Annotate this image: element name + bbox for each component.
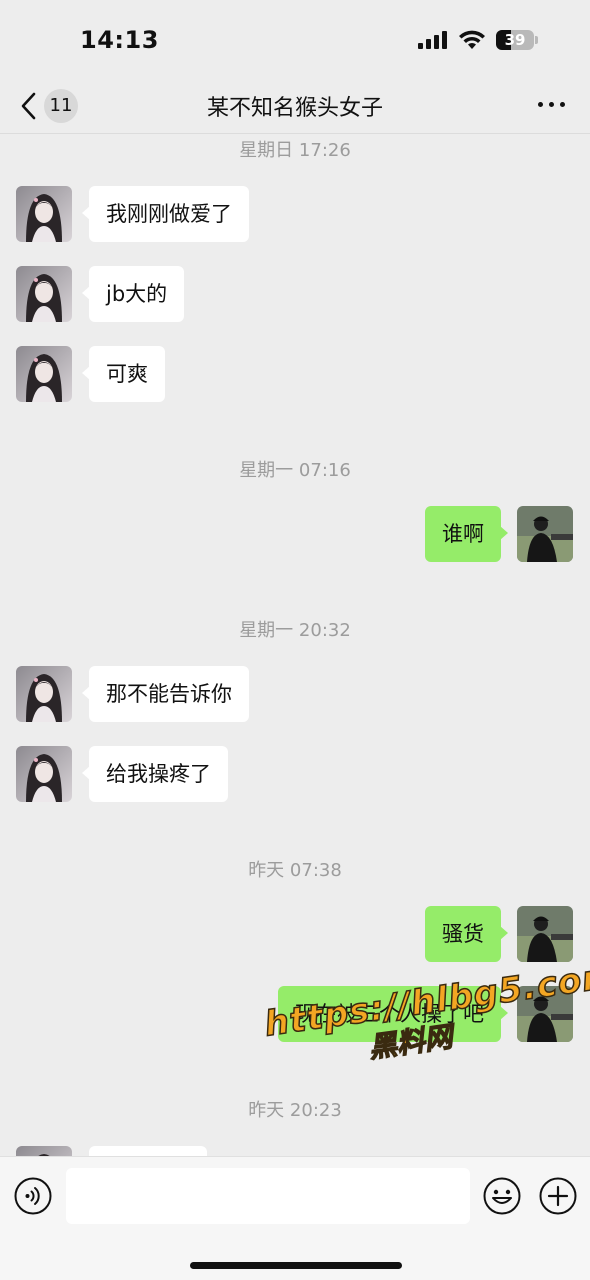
message-bubble[interactable]: 谁啊 bbox=[425, 506, 508, 562]
message-bubble[interactable]: 现在被三个人操了吧 bbox=[278, 986, 508, 1042]
message-input[interactable] bbox=[66, 1168, 470, 1224]
timestamp: 星期一 20:32 bbox=[239, 620, 351, 641]
chat-title: 某不知名猴头女子 bbox=[206, 96, 383, 121]
my-avatar[interactable] bbox=[517, 506, 573, 562]
message-bubble[interactable]: 给我操疼了 bbox=[82, 746, 228, 802]
battery-level: 39 bbox=[504, 31, 526, 49]
incoming-message: 对呀对呀 bbox=[0, 1146, 590, 1156]
incoming-message: 可爽 bbox=[0, 346, 590, 406]
message-bubble[interactable]: 那不能告诉你 bbox=[82, 666, 249, 722]
message-bubble[interactable]: jb大的 bbox=[81, 266, 185, 322]
outgoing-message: 谁啊 bbox=[0, 506, 590, 566]
contact-avatar[interactable] bbox=[16, 186, 72, 242]
back-button[interactable]: 11 bbox=[14, 86, 84, 126]
timestamp: 昨天 07:38 bbox=[248, 860, 342, 881]
timestamp: 星期一 07:16 bbox=[239, 460, 351, 481]
voice-input-icon[interactable] bbox=[14, 1177, 52, 1215]
message-bubble[interactable]: 骚货 bbox=[425, 906, 508, 962]
my-avatar[interactable] bbox=[517, 906, 573, 962]
emoji-icon[interactable] bbox=[483, 1177, 521, 1215]
status-time: 14:13 bbox=[80, 26, 159, 54]
timestamp: 星期日 17:26 bbox=[239, 140, 351, 161]
message-bubble[interactable]: 可爽 bbox=[82, 346, 165, 402]
contact-avatar[interactable] bbox=[16, 746, 72, 802]
contact-avatar[interactable] bbox=[16, 1146, 72, 1156]
cellular-signal-icon bbox=[418, 31, 447, 49]
outgoing-message: 现在被三个人操了吧 bbox=[0, 986, 590, 1046]
home-indicator bbox=[190, 1262, 402, 1269]
timestamp: 昨天 20:23 bbox=[248, 1100, 342, 1121]
incoming-message: 我刚刚做爱了 bbox=[0, 186, 590, 246]
outgoing-message: 骚货 bbox=[0, 906, 590, 966]
incoming-message: 那不能告诉你 bbox=[0, 666, 590, 726]
battery-icon: 39 bbox=[496, 30, 538, 50]
contact-avatar[interactable] bbox=[16, 666, 72, 722]
status-bar: 14:13 39 bbox=[0, 0, 590, 80]
message-list[interactable]: 星期日 17:26 我刚刚做爱了 jb大的可爽星期一 07:16 谁啊星期一 20:3… bbox=[0, 134, 590, 1156]
plus-icon[interactable] bbox=[539, 1177, 577, 1215]
my-avatar[interactable] bbox=[517, 986, 573, 1042]
more-options-button[interactable] bbox=[534, 94, 570, 114]
incoming-message: jb大的 bbox=[0, 266, 590, 326]
incoming-message: 给我操疼了 bbox=[0, 746, 590, 806]
message-bubble[interactable]: 我刚刚做爱了 bbox=[82, 186, 249, 242]
chat-header: 11 某不知名猴头女子 bbox=[0, 80, 590, 134]
chevron-left-icon bbox=[21, 92, 36, 120]
message-bubble[interactable]: 对呀对呀 bbox=[89, 1146, 207, 1156]
unread-count-badge: 11 bbox=[44, 89, 78, 123]
wifi-icon bbox=[459, 30, 485, 49]
contact-avatar[interactable] bbox=[16, 346, 72, 402]
contact-avatar[interactable] bbox=[16, 266, 72, 322]
